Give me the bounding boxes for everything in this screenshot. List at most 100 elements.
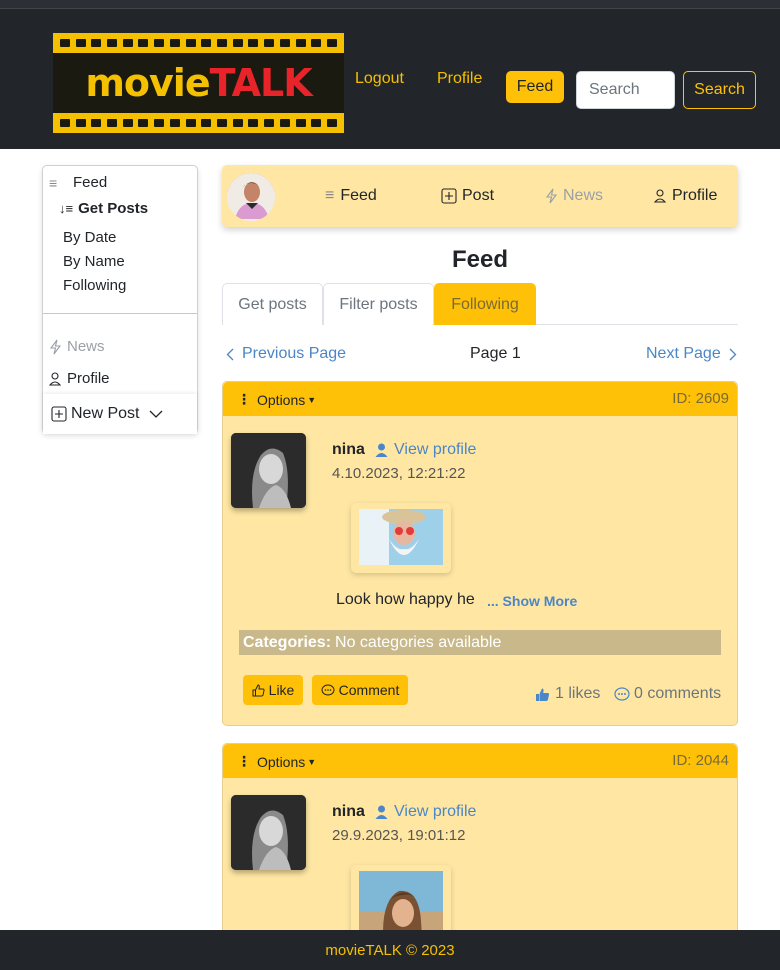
sidebar-divider: [43, 313, 197, 314]
film-strip-bottom: [53, 113, 344, 133]
sidebar-item-profile[interactable]: Profile: [49, 370, 110, 387]
menu-icon: ≡: [325, 187, 335, 204]
menu-icon: ≡: [49, 174, 58, 191]
post-card-header: ⋮ Options ▼ ID: 2609: [223, 382, 737, 416]
sort-icon: ↓≡: [59, 201, 74, 216]
profile-bar-news-label: News: [563, 187, 604, 204]
post-id: ID: 2044: [672, 752, 729, 769]
post-author-name[interactable]: nina: [332, 441, 365, 459]
new-post-dropdown[interactable]: New Post: [43, 394, 197, 434]
post-card: ⋮ Options ▼ ID: 2609 nina View profile 4…: [222, 381, 738, 726]
view-profile-label: View profile: [394, 803, 477, 820]
plus-square-icon: [51, 406, 67, 422]
view-profile-link[interactable]: View profile: [375, 803, 476, 821]
chevron-right-icon: [729, 348, 737, 361]
sidebar-item-get-posts[interactable]: ↓≡ Get Posts: [59, 200, 148, 217]
post-card-header: ⋮ Options ▼ ID: 2044: [223, 744, 737, 778]
post-date: 29.9.2023, 19:01:12: [332, 827, 466, 844]
post-image[interactable]: [351, 865, 451, 930]
lightning-icon: [545, 188, 558, 204]
like-button[interactable]: Like: [243, 675, 303, 705]
profile-bar-feed[interactable]: ≡ Feed: [325, 187, 377, 205]
chevron-down-icon: [149, 409, 163, 419]
options-label: Options: [257, 391, 306, 408]
feed-tabs: Get posts Filter posts Following: [222, 283, 738, 325]
comment-label: Comment: [338, 682, 400, 698]
page-title: Feed: [451, 246, 508, 273]
comment-button[interactable]: Comment: [312, 675, 408, 705]
search-button[interactable]: Search: [683, 71, 756, 109]
post-author-avatar[interactable]: [231, 433, 306, 508]
window-top-strip: [0, 0, 780, 9]
options-dropdown[interactable]: ⋮ Options ▼: [237, 391, 316, 408]
site-logo[interactable]: movie TALK: [53, 33, 344, 133]
post-author-avatar[interactable]: [231, 795, 306, 870]
person-icon: [375, 443, 388, 457]
post-text: Look how happy he: [336, 591, 475, 608]
profile-bar-post-label: Post: [462, 187, 495, 204]
profile-bar-profile[interactable]: Profile: [654, 187, 717, 205]
options-dropdown[interactable]: ⋮ Options ▼: [237, 753, 316, 770]
nav-profile-link[interactable]: Profile: [437, 70, 482, 88]
sidebar-item-label: News: [67, 338, 105, 355]
plus-square-icon: [441, 188, 457, 204]
categories-label: Categories:: [243, 633, 332, 651]
post-id: ID: 2609: [672, 390, 729, 407]
page-indicator: Page 1: [470, 345, 521, 362]
profile-nav-bar: ≡ Feed Post News Profile: [222, 165, 738, 227]
caret-down-icon: ▼: [307, 394, 317, 405]
chat-icon: [321, 684, 335, 697]
previous-page-label: Previous Page: [242, 345, 347, 362]
post-author-name[interactable]: nina: [332, 803, 365, 821]
new-post-label: New Post: [71, 405, 140, 422]
film-strip-top: [53, 33, 344, 53]
caret-down-icon: ▼: [307, 756, 317, 767]
tab-get-posts[interactable]: Get posts: [222, 283, 323, 325]
sidebar-item-label: Get Posts: [78, 200, 149, 217]
options-label: Options: [257, 753, 306, 770]
view-profile-link[interactable]: View profile: [375, 441, 476, 459]
thumbs-up-icon: [252, 683, 265, 697]
kebab-icon: ⋮: [237, 753, 251, 769]
post-image[interactable]: [351, 503, 451, 573]
sidebar-item-feed[interactable]: ≡ Feed: [49, 174, 107, 191]
comments-label: 0 comments: [634, 685, 722, 702]
show-more-link[interactable]: ... Show More: [487, 593, 577, 609]
sidebar-item-news[interactable]: News: [49, 338, 105, 355]
next-page-link[interactable]: Next Page: [646, 345, 737, 363]
post-card: ⋮ Options ▼ ID: 2044 nina View profile 2…: [222, 743, 738, 930]
sidebar-item-following[interactable]: Following: [63, 277, 126, 294]
thumbs-up-icon: [535, 687, 550, 702]
sidebar-item-by-name[interactable]: By Name: [63, 253, 125, 270]
sidebar-item-label: Feed: [73, 174, 108, 191]
previous-page-link[interactable]: Previous Page: [226, 345, 346, 363]
sidebar-item-by-date[interactable]: By Date: [63, 229, 116, 246]
likes-label: 1 likes: [555, 685, 601, 702]
profile-bar-post[interactable]: Post: [441, 187, 494, 205]
sidebar-item-label: Profile: [67, 370, 110, 387]
post-categories: Categories: No categories available: [239, 630, 721, 655]
site-footer: movieTALK © 2023: [0, 930, 780, 970]
lightning-icon: [49, 339, 62, 355]
search-input[interactable]: Search: [576, 71, 675, 109]
profile-bar-news[interactable]: News: [545, 187, 603, 205]
site-header: movie TALK Logout Profile Feed Search Sea…: [0, 9, 780, 149]
comments-count[interactable]: 0 comments: [614, 685, 721, 703]
tab-following[interactable]: Following: [434, 283, 536, 325]
person-icon: [375, 805, 388, 819]
view-profile-label: View profile: [394, 441, 477, 458]
kebab-icon: ⋮: [237, 391, 251, 407]
user-avatar[interactable]: [227, 173, 275, 221]
sidebar: ≡ Feed ↓≡ Get Posts By Date By Name Foll…: [42, 165, 198, 434]
profile-bar-feed-label: Feed: [340, 187, 377, 204]
likes-count[interactable]: 1 likes: [535, 685, 600, 703]
person-icon: [654, 189, 666, 203]
tab-filter-posts[interactable]: Filter posts: [323, 283, 434, 325]
profile-bar-profile-label: Profile: [672, 187, 718, 204]
chevron-left-icon: [226, 348, 234, 361]
categories-value: No categories available: [335, 633, 502, 651]
nav-logout-link[interactable]: Logout: [355, 70, 404, 88]
nav-feed-button[interactable]: Feed: [506, 71, 564, 103]
chat-icon: [614, 686, 630, 702]
logo-wordmark: movie TALK: [85, 61, 312, 105]
